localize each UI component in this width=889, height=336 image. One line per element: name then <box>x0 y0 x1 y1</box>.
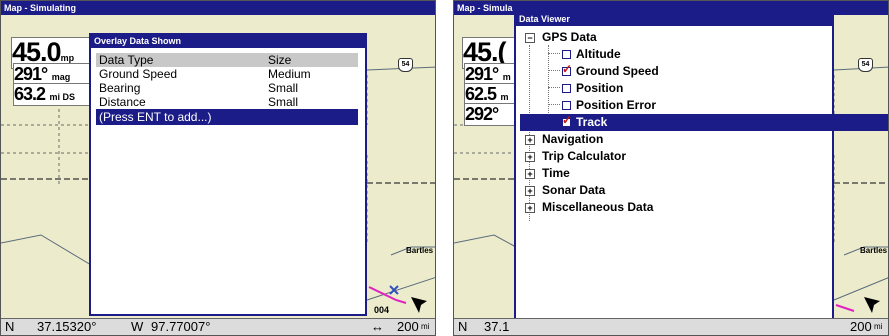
latitude: 37.15320° <box>37 319 97 334</box>
latitude: 37.1 <box>484 319 510 334</box>
tree-node-label: Trip Calculator <box>542 149 627 163</box>
speed-unit: mp <box>60 53 75 63</box>
tree-node-miscellaneous-data[interactable]: + Miscellaneous Data <box>520 199 888 216</box>
overlay-data-dialog[interactable]: Overlay Data Shown Data Type Size Ground… <box>89 33 367 316</box>
tree-node-navigation[interactable]: + Navigation <box>520 131 888 148</box>
zoom-unit: mi <box>874 322 883 331</box>
row-data-type: Ground Speed <box>99 67 178 81</box>
tree-item-position-error[interactable]: Position Error <box>520 97 888 114</box>
latitude-prefix: N <box>5 319 15 334</box>
status-bar: N 37.15320° W 97.77007° ↔ 200 mi <box>1 318 435 335</box>
boat-cursor-icon <box>864 297 880 313</box>
dialog-title: Data Viewer <box>516 13 832 26</box>
tree-node-sonar-data[interactable]: + Sonar Data <box>520 182 888 199</box>
header-data-type: Data Type <box>99 53 154 67</box>
tree-item-label: Position Error <box>576 98 657 112</box>
plus-box-icon[interactable]: + <box>525 152 535 162</box>
tree-node-gps-data[interactable]: − GPS Data <box>520 29 888 46</box>
distance-value: 63.2 <box>14 84 46 104</box>
tree-node-label: Sonar Data <box>542 183 606 197</box>
minus-box-icon[interactable]: − <box>525 33 535 43</box>
distance-value: 62.5 <box>465 84 497 104</box>
plus-box-icon[interactable]: + <box>525 203 535 213</box>
distance-unit: mi DS <box>49 92 76 102</box>
tree-item-label: Track <box>576 115 608 129</box>
plus-box-icon[interactable]: + <box>525 135 535 145</box>
tree-item-label: Position <box>576 81 624 95</box>
distance-readout: 63.2 mi DS <box>13 83 95 106</box>
tree-node-label: Miscellaneous Data <box>542 200 654 214</box>
boat-cursor-icon <box>411 297 427 313</box>
highway-shield-icon: 54 <box>398 58 413 72</box>
tree-item-altitude[interactable]: Altitude <box>520 46 888 63</box>
checkmark-icon: ✓ <box>562 113 573 127</box>
left-screen: Map - Simulating 54 Bartles 004 45.0mp 2… <box>0 0 436 336</box>
zoom-arrows-icon: ↔ <box>371 319 384 334</box>
overlay-data-table: Data Type Size Ground Speed Medium Beari… <box>96 53 358 125</box>
tree-item-ground-speed[interactable]: ✓ Ground Speed <box>520 63 888 80</box>
row-size: Small <box>268 81 299 95</box>
tree-node-time[interactable]: + Time <box>520 165 888 182</box>
table-row[interactable]: Ground Speed Medium <box>96 67 358 81</box>
heading-value: 291° <box>465 64 499 84</box>
place-label: Bartles <box>406 246 434 255</box>
zoom-unit: mi <box>421 322 430 331</box>
latitude-prefix: N <box>458 319 468 334</box>
bearing-value: 292° <box>465 104 499 124</box>
status-bar: N 37.1 200 mi <box>454 318 888 335</box>
tree-item-track[interactable]: ✓ Track <box>520 114 888 131</box>
add-data-item[interactable]: (Press ENT to add...) <box>96 109 358 125</box>
row-size: Small <box>268 95 299 109</box>
right-screen: Map - Simula 54 Bartles 45.( 291° m 62.5 <box>453 0 889 336</box>
header-size: Size <box>268 53 292 67</box>
tree-item-label: Altitude <box>576 47 621 61</box>
waypoint-icon <box>389 285 399 295</box>
window-title: Map - Simulating <box>1 1 435 15</box>
place-label: Bartles <box>860 246 888 255</box>
checkbox-icon[interactable] <box>562 50 571 59</box>
longitude: 97.77007° <box>151 319 211 334</box>
table-row[interactable]: Distance Small <box>96 95 358 109</box>
data-tree: − GPS Data Altitude ✓ Ground Speed Posit… <box>520 29 888 216</box>
table-header: Data Type Size <box>96 53 358 67</box>
distance-unit: m <box>500 92 509 102</box>
tree-node-trip-calculator[interactable]: + Trip Calculator <box>520 148 888 165</box>
zoom-level: 200 <box>850 319 872 334</box>
table-row[interactable]: Bearing Small <box>96 81 358 95</box>
plus-box-icon[interactable]: + <box>525 169 535 179</box>
heading-value: 291° <box>14 64 48 84</box>
checkmark-icon: ✓ <box>562 62 573 76</box>
tree-node-label: Navigation <box>542 132 604 146</box>
waypoint-label: 004 <box>374 305 390 315</box>
checkbox-icon[interactable]: ✓ <box>562 114 572 127</box>
heading-unit: m <box>502 72 511 82</box>
zoom-level: 200 <box>397 319 419 334</box>
longitude-prefix: W <box>131 319 144 334</box>
tree-item-label: Ground Speed <box>576 64 659 78</box>
tree-item-position[interactable]: Position <box>520 80 888 97</box>
tree-node-label: GPS Data <box>542 30 597 44</box>
data-viewer-dialog[interactable]: Data Viewer − GPS Data Altitude ✓ Ground… <box>514 11 888 325</box>
dialog-title: Overlay Data Shown <box>91 35 365 48</box>
heading-unit: mag <box>51 72 71 82</box>
row-data-type: Distance <box>99 95 146 109</box>
checkbox-icon[interactable] <box>562 84 571 93</box>
row-data-type: Bearing <box>99 81 141 95</box>
row-size: Medium <box>268 67 311 81</box>
checkbox-icon[interactable] <box>562 101 571 110</box>
checkbox-icon[interactable]: ✓ <box>562 63 572 76</box>
plus-box-icon[interactable]: + <box>525 186 535 196</box>
tree-node-label: Time <box>542 166 570 180</box>
